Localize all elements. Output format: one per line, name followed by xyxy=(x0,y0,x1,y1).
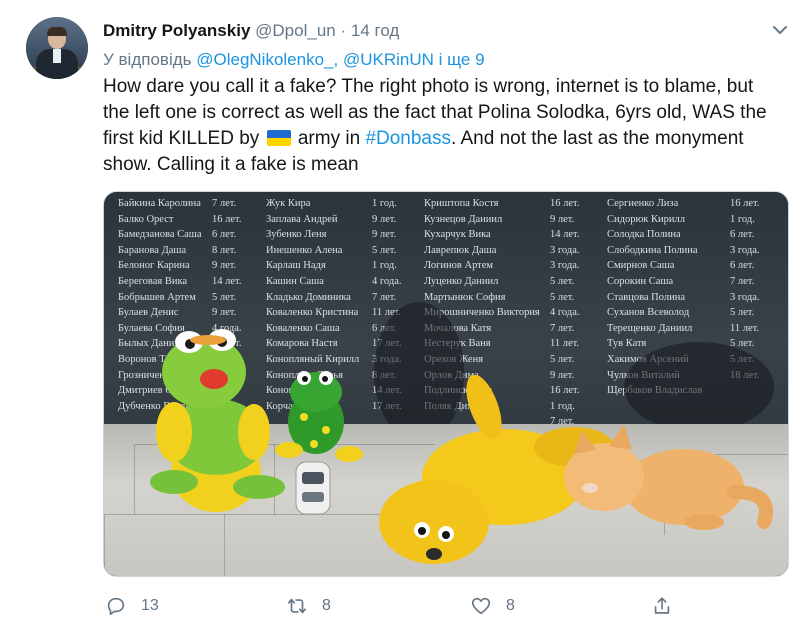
author-name[interactable]: Dmitry Polyanskiy xyxy=(103,21,250,40)
retweet-button[interactable]: 8 xyxy=(286,592,331,620)
frog-toy xyxy=(150,329,285,512)
tweet-actions: 13 8 8 xyxy=(103,592,683,620)
retweet-icon xyxy=(287,598,307,614)
reply-prefix: У відповідь xyxy=(103,50,192,69)
tweet-text-part: army in xyxy=(297,128,361,149)
share-icon xyxy=(654,597,670,614)
avatar[interactable] xyxy=(26,17,88,79)
chevron-down-icon[interactable] xyxy=(770,20,790,40)
share-button[interactable] xyxy=(651,592,673,620)
hashtag-link[interactable]: #Donbass xyxy=(365,128,451,149)
reply-button[interactable]: 13 xyxy=(105,592,159,620)
toy-car xyxy=(295,461,331,515)
reply-context: У відповідь @OlegNikolenko_, @UKRinUN і … xyxy=(103,48,485,72)
reply-count: 13 xyxy=(141,597,159,614)
like-count: 8 xyxy=(506,597,515,614)
author-handle[interactable]: @Dpol_un xyxy=(255,21,336,40)
reply-more-link[interactable]: і ще 9 xyxy=(439,50,485,69)
tweet-header: Dmitry Polyanskiy @Dpol_un · 14 год xyxy=(103,19,399,43)
like-button[interactable]: 8 xyxy=(470,592,515,620)
like-icon xyxy=(471,597,491,615)
tweet-text: How dare you call it a fake? The right p… xyxy=(103,74,783,178)
reply-user-link[interactable]: @UKRinUN xyxy=(343,50,434,69)
ukraine-flag-icon xyxy=(266,130,291,146)
toys-illustration xyxy=(150,329,773,564)
tweet-time[interactable]: 14 год xyxy=(351,21,399,40)
tweet-photo[interactable]: Байкина Каролина Балко Орест Бамедзанова… xyxy=(103,191,789,577)
separator: · xyxy=(340,21,347,40)
reply-user-link[interactable]: @OlegNikolenko_, xyxy=(196,50,338,69)
spotted-frog-toy xyxy=(275,371,363,462)
reply-icon xyxy=(107,597,125,616)
retweet-count: 8 xyxy=(322,597,331,614)
